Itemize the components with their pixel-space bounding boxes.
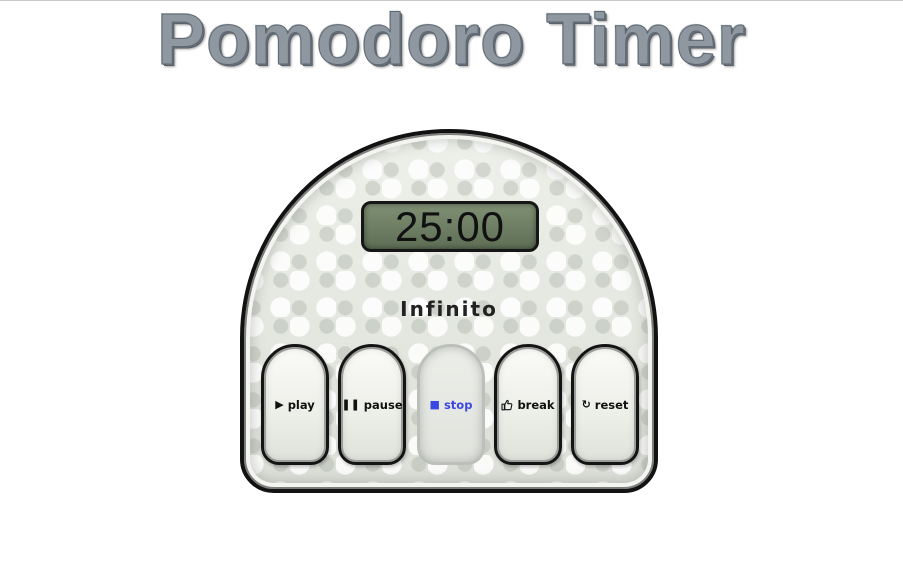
- play-icon: ▶: [275, 398, 284, 411]
- break-button-label: break: [517, 397, 555, 412]
- reset-button[interactable]: ↻ reset: [571, 344, 639, 465]
- reset-button-label: reset: [594, 397, 629, 412]
- app-title: Pomodoro Timer: [157, 0, 746, 81]
- pause-button-label: pause: [363, 397, 403, 412]
- break-button[interactable]: break: [494, 344, 562, 465]
- stop-button-label: stop: [443, 397, 473, 412]
- stop-icon: ■: [429, 398, 440, 411]
- reset-icon: ↻: [581, 398, 591, 411]
- play-button-label: play: [287, 397, 315, 412]
- timer-device: 25:00 Infinito ▶ play ❚❚ pause ■ stop br…: [240, 129, 658, 493]
- pause-button[interactable]: ❚❚ pause: [338, 344, 406, 465]
- control-buttons: ▶ play ❚❚ pause ■ stop break ↻ reset: [261, 344, 641, 467]
- timer-display: 25:00: [361, 201, 539, 252]
- stop-button[interactable]: ■ stop: [417, 344, 485, 465]
- play-button[interactable]: ▶ play: [261, 344, 329, 465]
- pomodoro-page: Pomodoro Timer 25:00 Infinito ▶ play ❚❚ …: [0, 0, 903, 561]
- thumbs-up-icon: [501, 399, 513, 411]
- mode-label: Infinito: [400, 297, 498, 321]
- pause-icon: ❚❚: [341, 398, 360, 411]
